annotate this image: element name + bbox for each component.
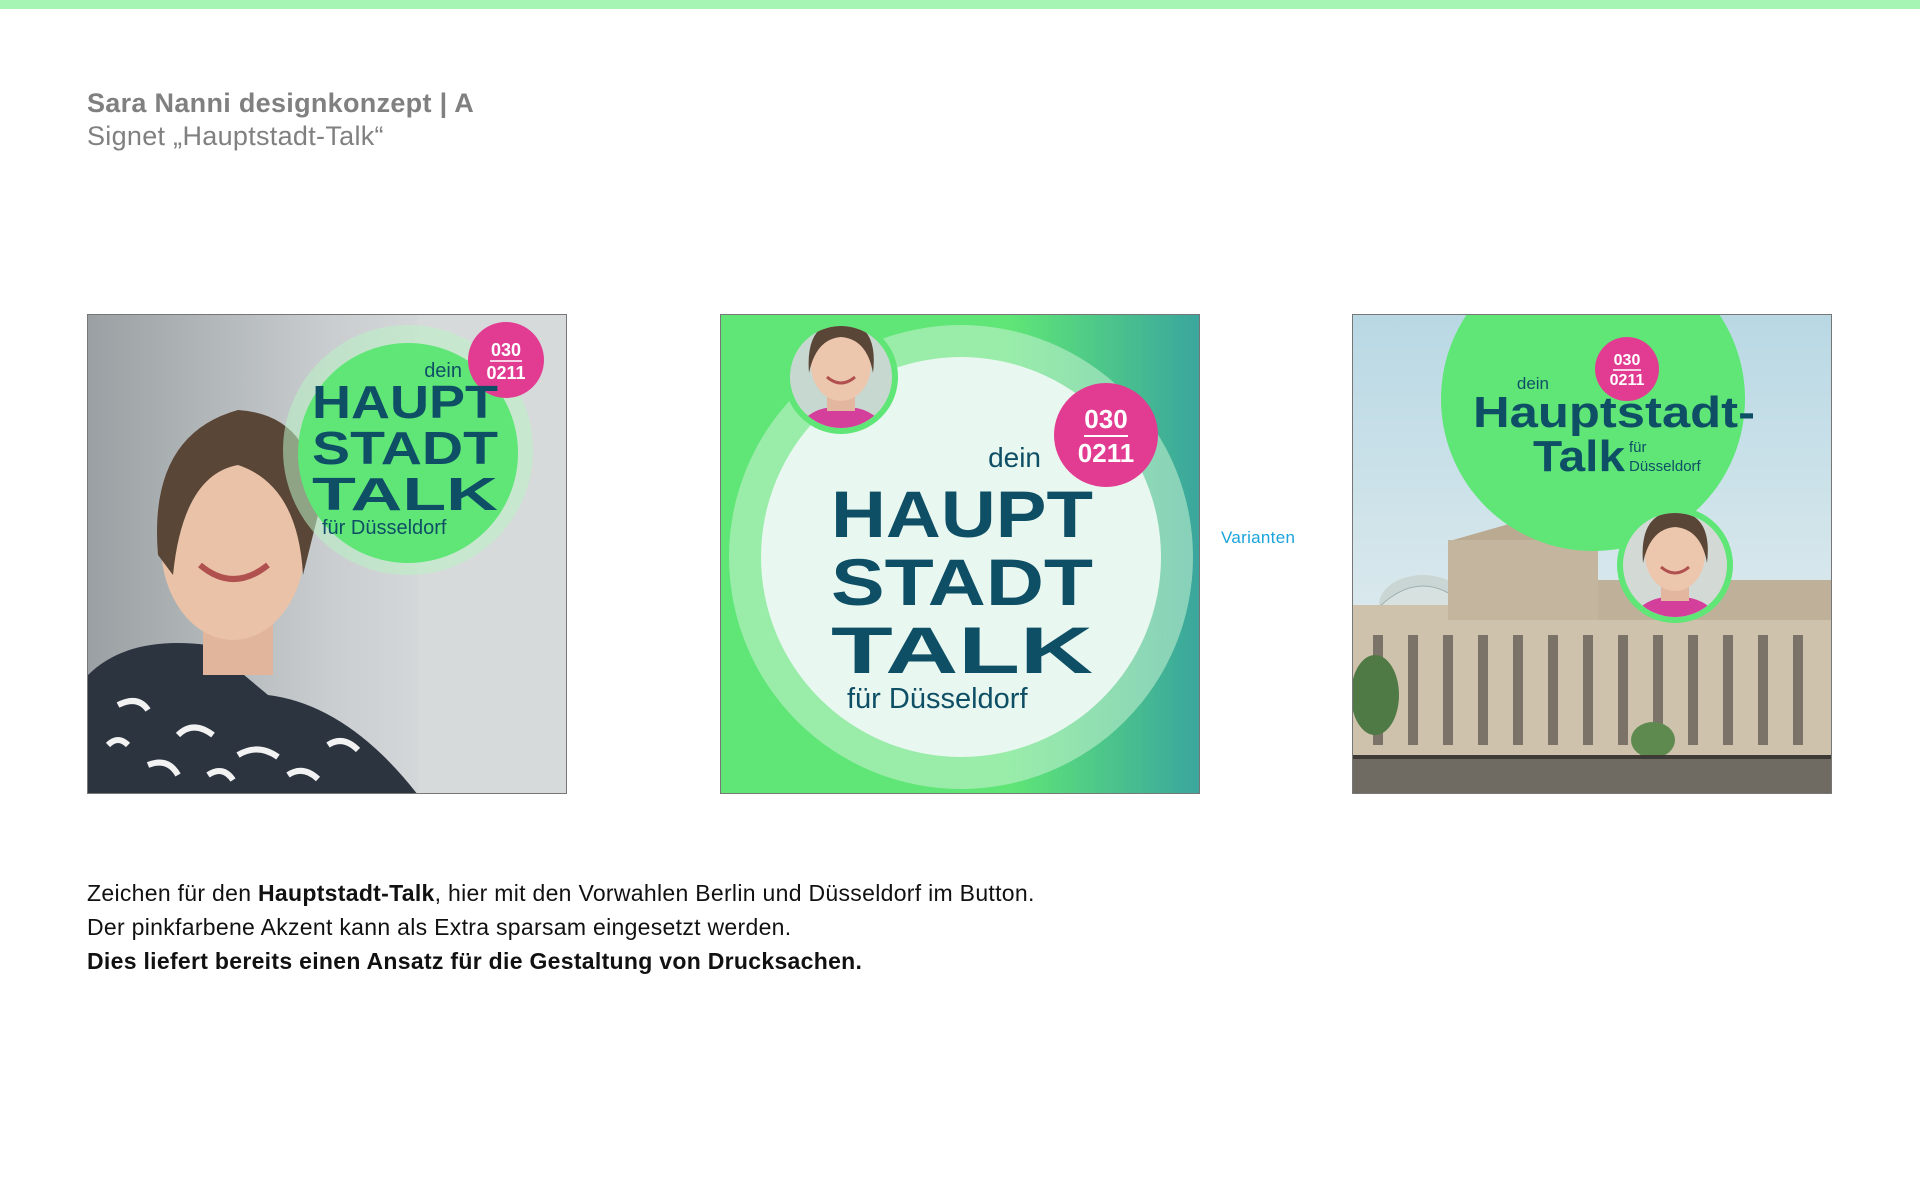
top-accent-bar xyxy=(0,0,1920,9)
area-code-berlin: 030 xyxy=(1614,352,1641,369)
description-highlight: Hauptstadt-Talk xyxy=(258,880,435,906)
signet-variant-photo: 030 0211 dein HAUPT STADT TALK für Düsse… xyxy=(87,314,567,794)
variant-duesseldorf: Düsseldorf xyxy=(1629,458,1702,475)
area-code-berlin: 030 xyxy=(491,340,521,360)
area-code-berlin: 030 xyxy=(1084,404,1127,434)
variant-title-line1: Hauptstadt- xyxy=(1473,388,1755,437)
signet-talk: TALK xyxy=(831,613,1094,687)
signet-haupt: HAUPT xyxy=(312,376,498,428)
description-line-3: Dies liefert bereits einen Ansatz für di… xyxy=(87,948,863,974)
signet-variant-reichstag: 030 0211 dein Hauptstadt- Talk für Düsse… xyxy=(1352,314,1832,794)
description-line-1: Zeichen für den Hauptstadt-Talk, hier mi… xyxy=(87,880,1035,906)
area-code-duesseldorf: 0211 xyxy=(1610,372,1645,389)
signet-variant-reichstag-artwork: 030 0211 dein Hauptstadt- Talk für Düsse… xyxy=(1353,315,1831,793)
signet-fuer-duesseldorf: für Düsseldorf xyxy=(322,517,447,539)
variants-label: Varianten xyxy=(1221,528,1296,547)
description-line-2: Der pinkfarbene Akzent kann als Extra sp… xyxy=(87,914,792,940)
page-title: Sara Nanni designkonzept | A xyxy=(87,88,475,118)
signet-fuer-duesseldorf: für Düsseldorf xyxy=(847,683,1028,715)
signet-haupt: HAUPT xyxy=(831,477,1093,551)
signet-dein: dein xyxy=(988,442,1041,473)
variant-fuer: für xyxy=(1629,439,1647,456)
page-subtitle: Signet „Hauptstadt-Talk“ xyxy=(87,121,384,151)
variant-title-line2: Talk xyxy=(1533,432,1626,481)
signet-talk: TALK xyxy=(312,468,498,520)
signet-stadt: STADT xyxy=(831,545,1093,619)
signet-main: 030 0211 dein HAUPT STADT TALK für Düsse… xyxy=(720,314,1200,794)
signet-main-artwork: 030 0211 dein HAUPT STADT TALK für Düsse… xyxy=(721,315,1199,793)
signet-stadt: STADT xyxy=(312,422,498,474)
signet-variant-photo-artwork: 030 0211 dein HAUPT STADT TALK für Düsse… xyxy=(88,315,566,793)
area-code-duesseldorf: 0211 xyxy=(1078,438,1134,468)
